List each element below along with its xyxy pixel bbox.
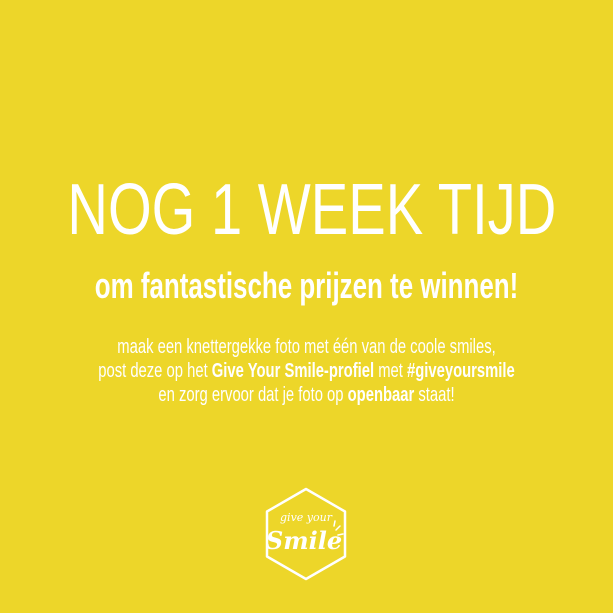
give-your-smile-logo: give your Smile — [265, 487, 347, 581]
body-line-3: en zorg ervoor dat je foto op openbaar s… — [80, 383, 534, 407]
openbaar-word: openbaar — [347, 384, 415, 406]
body-line-2-part-c: met — [374, 360, 407, 382]
hashtag: #giveyoursmile — [406, 360, 515, 382]
profile-name: Give Your Smile-profiel — [211, 360, 375, 382]
logo-main-text: Smile — [266, 526, 342, 555]
body-line-3-part-c: staat! — [414, 384, 455, 406]
headline: NOG 1 WEEK TIJD — [67, 170, 557, 250]
logo-top-text: give your — [280, 511, 333, 524]
body-line-2-part-a: post deze op het — [98, 360, 212, 382]
subheadline: om fantastische prijzen te winnen! — [94, 265, 519, 306]
body-text: maak een knettergekke foto met één van d… — [80, 335, 534, 407]
body-line-3-part-a: en zorg ervoor dat je foto op — [158, 384, 348, 406]
poster: NOG 1 WEEK TIJD om fantastische prijzen … — [0, 0, 613, 613]
body-line-1: maak een knettergekke foto met één van d… — [117, 336, 496, 358]
body-line-2: post deze op het Give Your Smile-profiel… — [80, 359, 534, 383]
